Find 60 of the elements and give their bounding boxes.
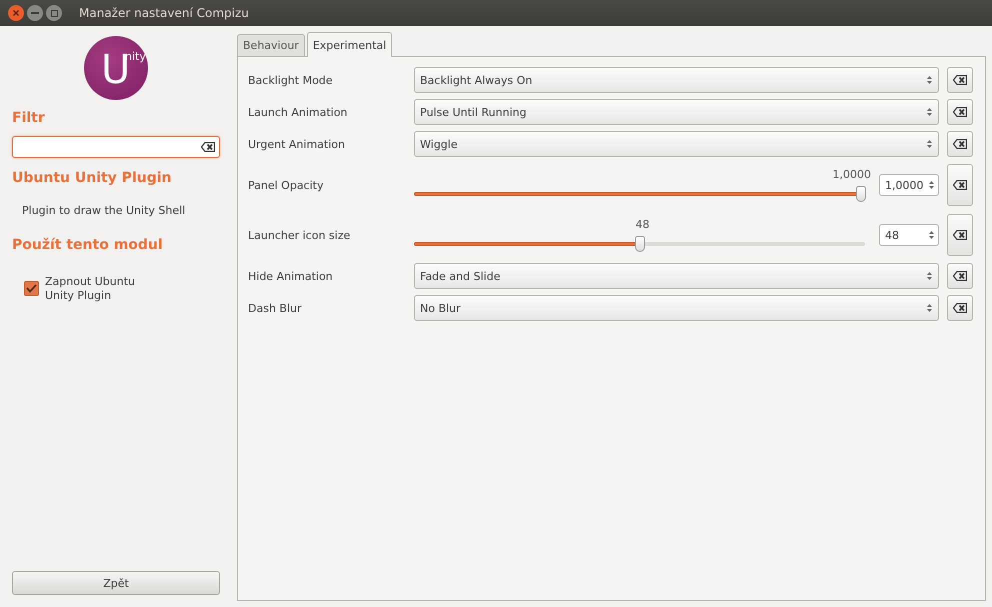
clear-icon (953, 303, 967, 313)
updown-icon (928, 229, 935, 241)
checkbox[interactable] (24, 281, 39, 296)
reset-button[interactable] (947, 131, 973, 157)
reset-button[interactable] (947, 164, 973, 206)
window-title: Manažer nastavení Compizu (79, 6, 249, 20)
dropdown[interactable]: Fade and Slide (414, 263, 939, 289)
close-icon (13, 10, 19, 16)
clear-icon (201, 142, 215, 152)
setting-label: Launcher icon size (248, 228, 352, 242)
updown-icon (926, 302, 933, 314)
spin-field[interactable]: 48 (879, 224, 939, 246)
reset-button[interactable] (947, 263, 973, 289)
updown-icon (926, 270, 933, 282)
maximize-icon (50, 10, 58, 16)
slider-reading: 1,0000 (832, 168, 871, 181)
slider-thumb[interactable] (634, 236, 645, 252)
clear-icon (953, 107, 967, 117)
dropdown[interactable]: Backlight Always On (414, 67, 939, 93)
section-heading: Ubuntu Unity Plugin (12, 170, 172, 186)
check-icon (26, 284, 37, 293)
slider[interactable] (414, 186, 865, 202)
clear-icon (953, 75, 967, 85)
updown-icon (926, 106, 933, 118)
reset-button[interactable] (947, 295, 973, 321)
reset-button[interactable] (947, 67, 973, 93)
setting-label: Backlight Mode (248, 74, 334, 86)
minimize-button[interactable] (27, 5, 43, 21)
spin-field[interactable]: 1,0000 (879, 174, 939, 196)
dropdown[interactable]: Wiggle (414, 131, 939, 157)
dropdown[interactable]: No Blur (414, 295, 939, 321)
slider-thumb[interactable] (856, 186, 866, 202)
section-heading: Použít tento modul (12, 237, 164, 253)
tab[interactable]: Behaviour (237, 34, 305, 56)
setting-label: Dash Blur (248, 302, 303, 314)
close-button[interactable] (8, 5, 24, 21)
updown-icon (926, 74, 933, 86)
checkbox-label: Zapnout Ubuntu Unity Plugin (45, 275, 136, 303)
reset-button[interactable] (947, 99, 973, 125)
setting-label: Hide Animation (248, 270, 334, 282)
clear-icon (953, 180, 967, 190)
dropdown[interactable]: Pulse Until Running (414, 99, 939, 125)
reset-button[interactable] (947, 214, 973, 256)
maximize-button[interactable] (46, 5, 62, 21)
setting-label: Launch Animation (248, 106, 348, 118)
slider-reading: 48 (636, 218, 650, 231)
updown-icon (928, 179, 935, 191)
plugin-description: Plugin to draw the Unity Shell (22, 204, 186, 217)
filter-field[interactable] (12, 136, 220, 158)
clear-icon (953, 139, 967, 149)
updown-icon (926, 138, 933, 150)
slider[interactable] (414, 236, 865, 252)
clear-icon (953, 230, 967, 240)
section-heading: Filtr (12, 110, 46, 126)
setting-label: Urgent Animation (248, 138, 346, 150)
back-button[interactable]: Zpět (12, 571, 220, 595)
setting-label: Panel Opacity (248, 178, 324, 192)
minimize-icon (31, 12, 39, 14)
tab[interactable]: Experimental (306, 32, 392, 57)
clear-icon (953, 271, 967, 281)
